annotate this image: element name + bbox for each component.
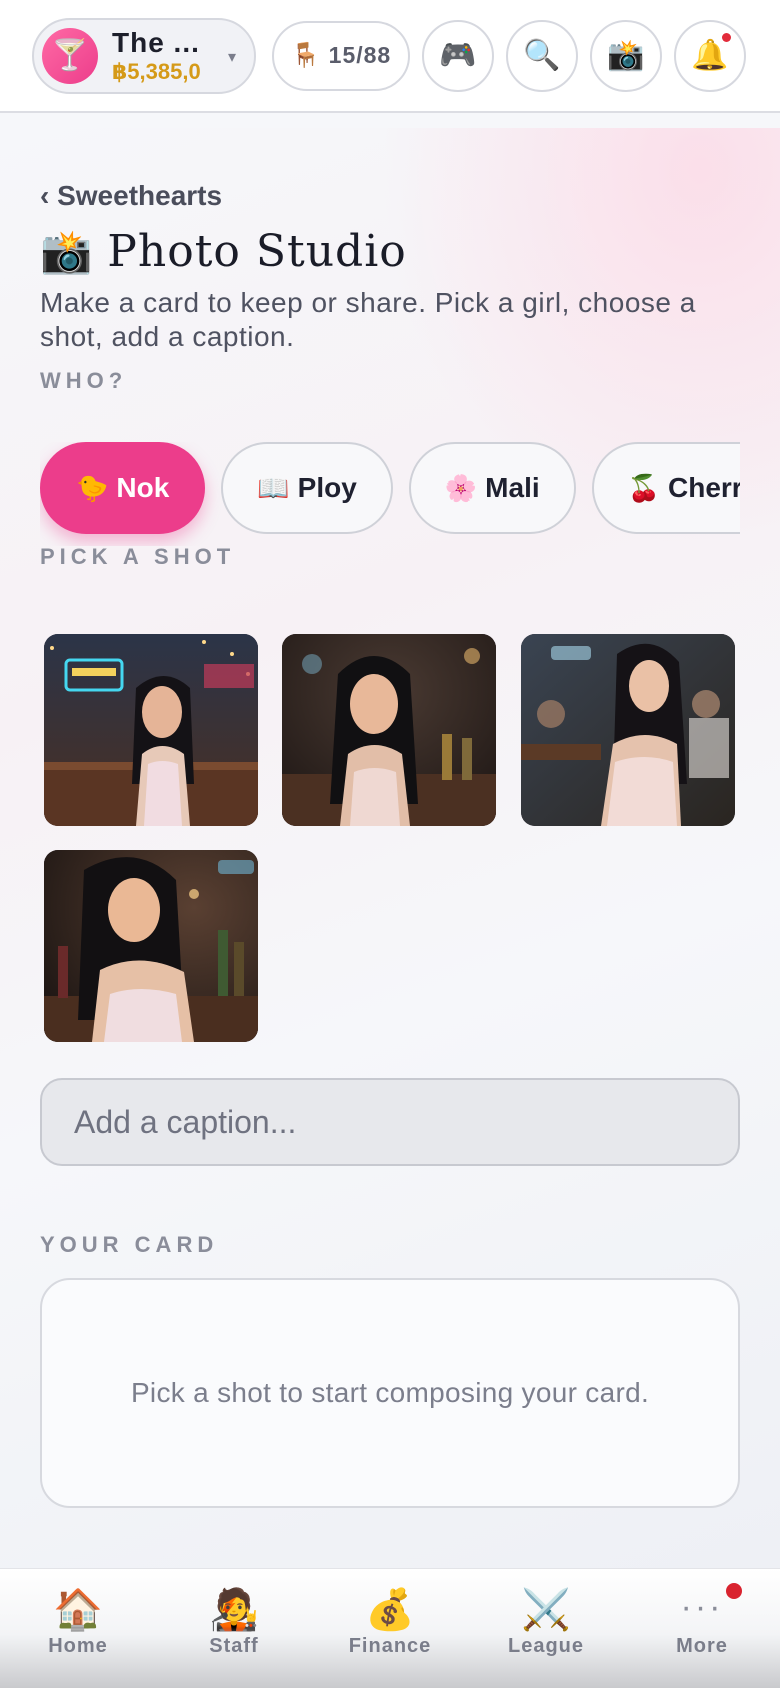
girl-chip-cherry[interactable]: 🍒 Cherry [591, 442, 740, 534]
nav-staff[interactable]: 🧑‍🎤 Staff [156, 1569, 312, 1688]
pick-shot-label: PICK A SHOT [40, 544, 236, 569]
chick-icon: 🐤 [76, 472, 109, 503]
caption-input[interactable] [40, 1078, 740, 1166]
shot-thumbnail[interactable] [44, 634, 258, 826]
money-bag-icon: 💰 [365, 1588, 415, 1632]
shot-thumbnail[interactable] [521, 634, 735, 826]
girl-chip-label: Ploy [297, 472, 357, 503]
who-label: WHO? [40, 368, 128, 393]
blossom-icon: 🌸 [444, 472, 478, 503]
notification-dot [726, 1583, 742, 1599]
page-title-text: Photo Studio [107, 226, 407, 277]
nav-more[interactable]: ··· More [624, 1569, 780, 1688]
main-content: ‹ Sweethearts 📸 Photo Studio Make a card… [0, 128, 780, 1568]
nav-finance[interactable]: 💰 Finance [312, 1569, 468, 1688]
notifications-button[interactable]: 🔔 [674, 19, 746, 92]
venue-balance: ฿5,385,0 [112, 58, 201, 84]
your-card-label: YOUR CARD [40, 1232, 219, 1257]
gamepad-icon: 🎮 [439, 39, 477, 72]
shot-photo-3 [521, 634, 735, 826]
seat-count: 15/88 [328, 42, 392, 68]
girl-chip-mali[interactable]: 🌸 Mali [408, 442, 576, 534]
venue-info: The ... ฿5,385,0 [112, 27, 212, 85]
back-link[interactable]: ‹ Sweethearts [40, 180, 222, 212]
chair-icon: 🪑 [290, 42, 321, 69]
girl-chip-label: Nok [116, 472, 170, 503]
photo-studio-button[interactable]: 📸 [590, 19, 662, 92]
card-empty-message: Pick a shot to start composing your card… [130, 1377, 650, 1408]
venue-switcher[interactable]: 🍸 The ... ฿5,385,0 ▾ [32, 17, 256, 94]
house-icon: 🏠 [53, 1588, 103, 1632]
girl-chip-nok[interactable]: 🐤 Nok [40, 442, 206, 534]
shot-thumbnail[interactable] [282, 634, 496, 826]
shot-grid [44, 634, 736, 1042]
search-icon: 🔍 [523, 39, 561, 72]
girl-selector: 🐤 Nok 📖 Ploy 🌸 Mali 🍒 Cherry [40, 442, 740, 546]
nav-label: League [507, 1635, 585, 1657]
nav-home[interactable]: 🏠 Home [0, 1569, 156, 1688]
page-subtitle: Make a card to keep or share. Pick a gir… [40, 287, 696, 352]
book-icon: 📖 [257, 472, 290, 503]
notification-dot [722, 32, 731, 42]
shot-photo-1 [44, 634, 258, 826]
card-preview: Pick a shot to start composing your card… [40, 1278, 740, 1508]
top-bar: 🍸 The ... ฿5,385,0 ▾ 🪑 15/88 🎮 🔍 📸 🔔 [0, 0, 780, 113]
camera-flash-icon: 📸 [40, 226, 94, 276]
chevron-down-icon: ▾ [227, 48, 236, 66]
nav-league[interactable]: ⚔️ League [468, 1569, 624, 1688]
shot-photo-2 [282, 634, 496, 826]
singer-icon: 🧑‍🎤 [209, 1588, 259, 1632]
nav-label: Staff [209, 1635, 259, 1657]
bottom-nav: 🏠 Home 🧑‍🎤 Staff 💰 Finance ⚔️ League ···… [0, 1568, 780, 1688]
girl-chip-label: Cherry [668, 472, 740, 503]
nav-label: Home [48, 1635, 108, 1657]
page-title: 📸 Photo Studio [40, 226, 407, 277]
search-button[interactable]: 🔍 [506, 19, 578, 92]
shot-photo-4 [44, 850, 258, 1042]
bell-icon: 🔔 [691, 39, 729, 72]
cocktail-icon: 🍸 [42, 27, 98, 84]
shot-thumbnail[interactable] [44, 850, 258, 1042]
cherry-icon: 🍒 [627, 472, 661, 503]
more-dots-icon: ··· [680, 1588, 724, 1626]
nav-label: Finance [348, 1635, 432, 1657]
camera-icon: 📸 [607, 39, 645, 72]
venue-name: The ... [112, 26, 200, 58]
seat-counter[interactable]: 🪑 15/88 [272, 20, 410, 91]
games-button[interactable]: 🎮 [422, 19, 494, 92]
girl-chip-label: Mali [485, 472, 540, 503]
girl-chip-ploy[interactable]: 📖 Ploy [221, 442, 393, 534]
nav-label: More [676, 1635, 728, 1657]
crossed-swords-icon: ⚔️ [521, 1588, 571, 1632]
